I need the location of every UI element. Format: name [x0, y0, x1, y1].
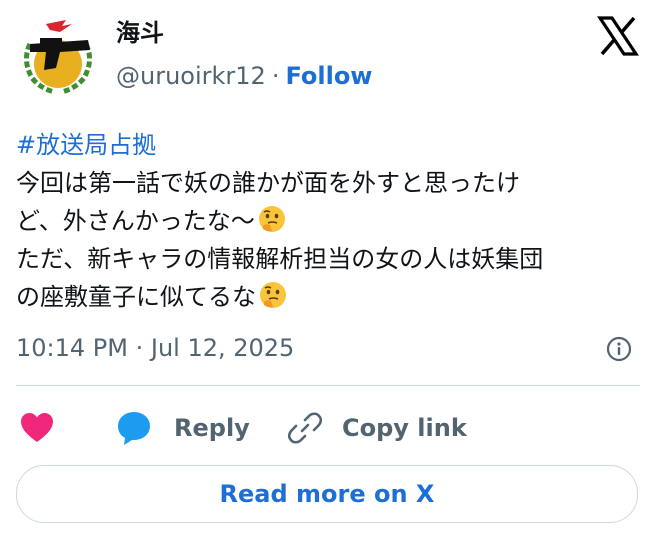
- author-handle-row: @uruoirkr12 · Follow: [116, 60, 372, 92]
- thinking-face-icon: [258, 206, 285, 232]
- tweet-line-4-wrap: の座敷童子に似てるな: [16, 278, 646, 316]
- tweet-line-3: ただ、新キャラの情報解析担当の女の人は妖集団: [16, 245, 544, 273]
- author-handle[interactable]: @uruoirkr12: [116, 62, 266, 90]
- info-icon[interactable]: [606, 336, 632, 362]
- tweet-text: #放送局占拠 今回は第一話で妖の誰かが面を外すと思ったけ ど、外さんかったな〜 …: [16, 126, 646, 316]
- author-avatar[interactable]: [16, 14, 100, 98]
- copy-link-label: Copy link: [342, 414, 467, 442]
- copy-link-button[interactable]: Copy link: [288, 406, 467, 450]
- hashtag-link[interactable]: #放送局占拠: [16, 126, 646, 164]
- action-bar: Reply Copy link: [16, 406, 640, 450]
- pistol-emblem-icon: [18, 16, 98, 96]
- thinking-face-icon: [260, 282, 286, 308]
- reply-label: Reply: [174, 414, 250, 442]
- link-icon: [288, 412, 322, 444]
- reply-bubble-icon: [118, 412, 150, 445]
- reply-button[interactable]: Reply: [116, 406, 250, 450]
- tweet-line-1: 今回は第一話で妖の誰かが面を外すと思ったけ: [16, 169, 520, 197]
- heart-icon: [21, 413, 53, 442]
- x-logo-icon[interactable]: [596, 14, 640, 58]
- tweet-timestamp[interactable]: 10:14 PM · Jul 12, 2025: [16, 330, 294, 366]
- like-button[interactable]: [20, 406, 54, 450]
- divider: [16, 385, 640, 386]
- separator-dot: ·: [271, 62, 280, 90]
- tweet-line-2-wrap: ど、外さんかったな〜: [16, 202, 646, 240]
- read-more-button[interactable]: Read more on X: [16, 465, 638, 523]
- tweet-line-4: の座敷童子に似てるな: [16, 283, 256, 311]
- tweet-line-2: ど、外さんかったな〜: [16, 207, 255, 235]
- follow-link[interactable]: Follow: [285, 62, 372, 90]
- author-display-name[interactable]: 海斗: [116, 18, 164, 48]
